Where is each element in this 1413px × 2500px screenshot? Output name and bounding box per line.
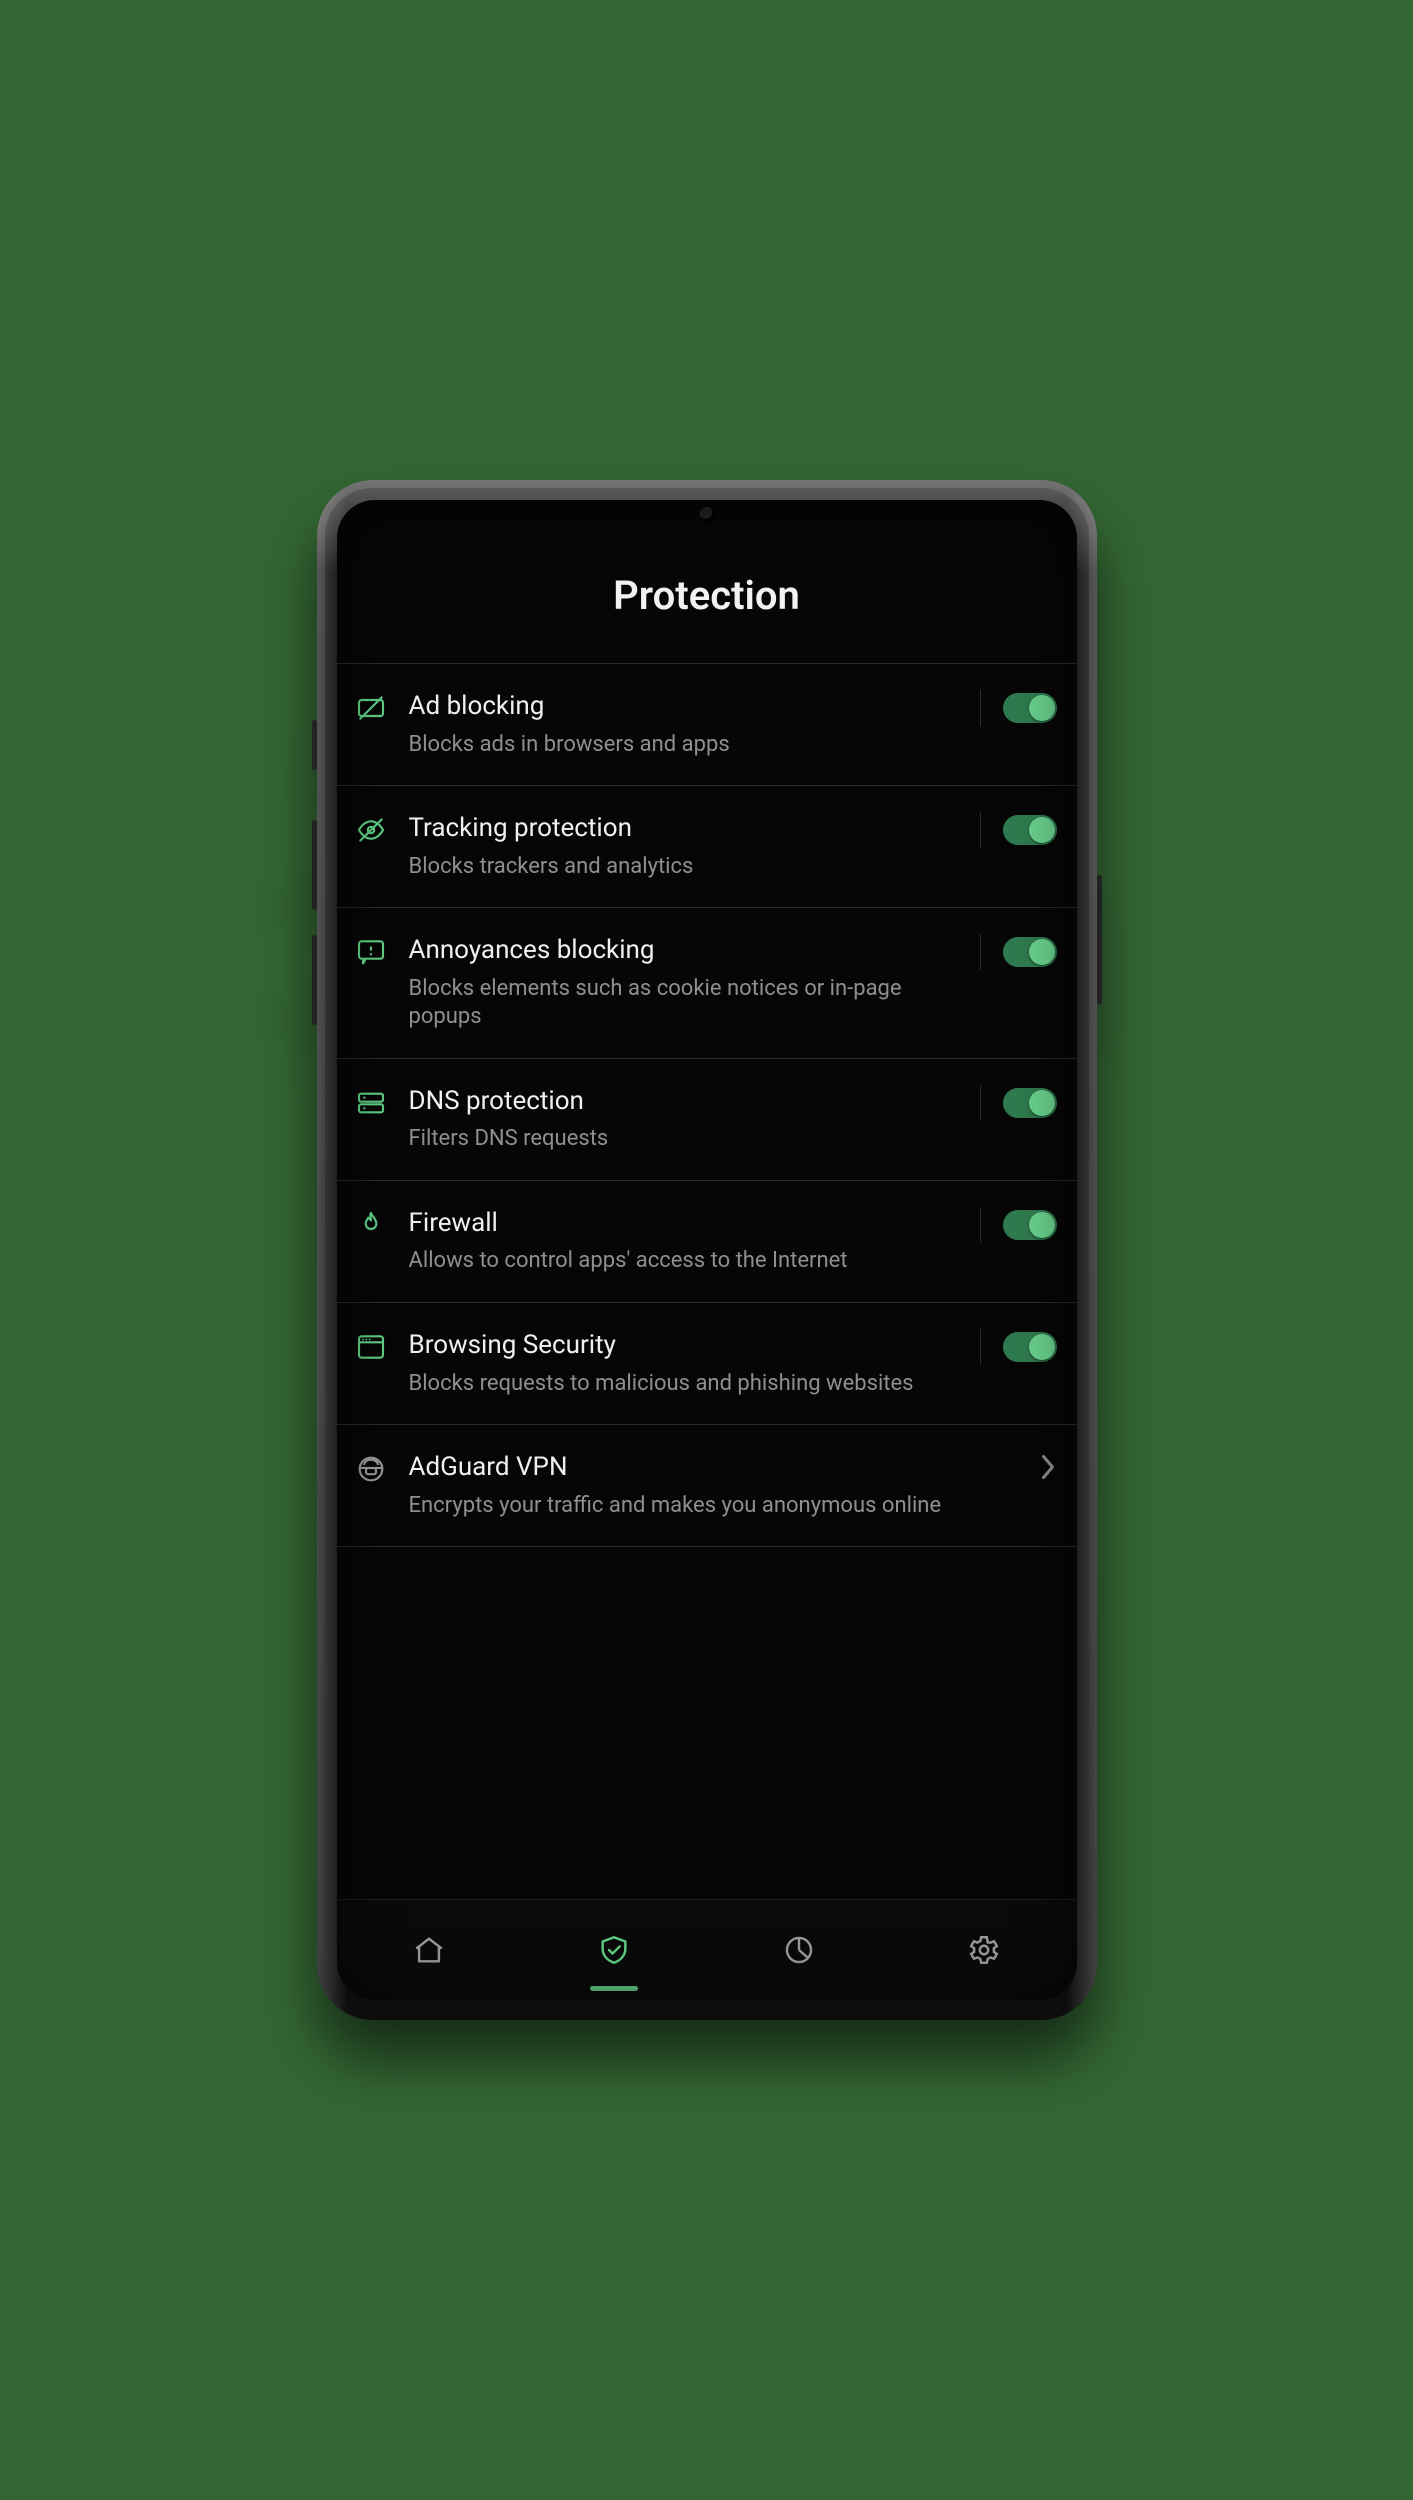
hw-button [312,720,317,770]
setting-title: AdGuard VPN [409,1451,1021,1484]
nav-protection[interactable] [522,1900,707,2000]
toggle-browser[interactable] [1003,1332,1057,1362]
hw-volume-up [312,820,317,910]
vpn-icon [355,1453,387,1485]
setting-title: Annoyances blocking [409,934,962,967]
hw-volume-down [312,935,317,1025]
setting-row-ad-block[interactable]: Ad blocking Blocks ads in browsers and a… [337,663,1077,785]
ad-block-icon [355,692,387,724]
setting-subtitle: Allows to control apps' access to the In… [409,1247,962,1276]
setting-row-eye-off[interactable]: Tracking protection Blocks trackers and … [337,785,1077,907]
screen: Protection Ad blocking Blocks ads in bro… [337,500,1077,2000]
page-title: Protection [337,500,1077,663]
setting-row-firewall[interactable]: Firewall Allows to control apps' access … [337,1180,1077,1302]
chevron-right-icon [1039,1452,1057,1486]
settings-list: Ad blocking Blocks ads in browsers and a… [337,663,1077,1899]
setting-row-browser[interactable]: Browsing Security Blocks requests to mal… [337,1302,1077,1424]
home-icon [412,1933,446,1967]
dns-icon [355,1087,387,1119]
eye-off-icon [355,814,387,846]
phone-frame: Protection Ad blocking Blocks ads in bro… [317,480,1097,2020]
setting-title: Firewall [409,1207,962,1240]
hw-power [1097,875,1102,1005]
bottom-nav [337,1899,1077,2000]
setting-row-dns[interactable]: DNS protection Filters DNS requests [337,1058,1077,1180]
nav-settings[interactable] [892,1900,1077,2000]
setting-title: Browsing Security [409,1329,962,1362]
annoyance-icon [355,936,387,968]
firewall-icon [355,1209,387,1241]
setting-subtitle: Blocks trackers and analytics [409,853,962,882]
setting-subtitle: Blocks elements such as cookie notices o… [409,975,962,1032]
nav-home[interactable] [337,1900,522,2000]
setting-subtitle: Encrypts your traffic and makes you anon… [409,1492,1021,1521]
setting-row-vpn[interactable]: AdGuard VPN Encrypts your traffic and ma… [337,1424,1077,1547]
stats-icon [782,1933,816,1967]
camera-notch [699,507,714,522]
toggle-firewall[interactable] [1003,1210,1057,1240]
toggle-ad-block[interactable] [1003,693,1057,723]
setting-title: Ad blocking [409,690,962,723]
setting-title: DNS protection [409,1085,962,1118]
setting-row-annoyance[interactable]: Annoyances blocking Blocks elements such… [337,907,1077,1058]
setting-title: Tracking protection [409,812,962,845]
toggle-annoyance[interactable] [1003,937,1057,967]
browser-icon [355,1331,387,1363]
setting-subtitle: Blocks requests to malicious and phishin… [409,1370,962,1399]
settings-icon [967,1933,1001,1967]
setting-subtitle: Blocks ads in browsers and apps [409,731,962,760]
nav-active-underline [590,1986,638,1991]
nav-stats[interactable] [707,1900,892,2000]
toggle-eye-off[interactable] [1003,815,1057,845]
toggle-dns[interactable] [1003,1088,1057,1118]
protection-icon [597,1933,631,1967]
setting-subtitle: Filters DNS requests [409,1125,962,1154]
